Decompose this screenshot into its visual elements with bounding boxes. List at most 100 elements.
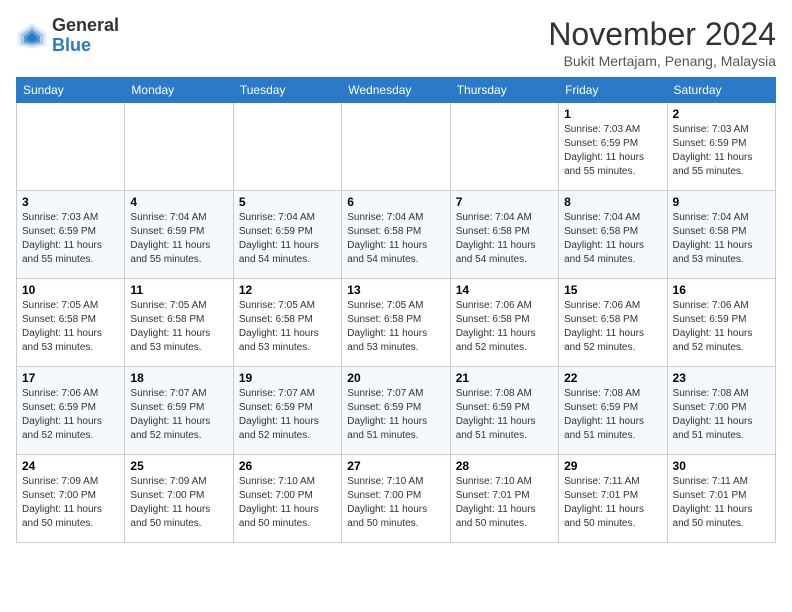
day-info: Sunrise: 7:06 AM Sunset: 6:58 PM Dayligh…: [456, 299, 553, 355]
day-info: Sunrise: 7:07 AM Sunset: 6:59 PM Dayligh…: [347, 387, 444, 443]
logo-icon: [16, 20, 48, 52]
day-info: Sunrise: 7:03 AM Sunset: 6:59 PM Dayligh…: [673, 123, 770, 179]
day-info: Sunrise: 7:08 AM Sunset: 6:59 PM Dayligh…: [564, 387, 661, 443]
day-number: 14: [456, 283, 553, 297]
day-number: 7: [456, 195, 553, 209]
calendar-day-cell: 14 Sunrise: 7:06 AM Sunset: 6:58 PM Dayli…: [450, 279, 558, 367]
day-info: Sunrise: 7:04 AM Sunset: 6:58 PM Dayligh…: [347, 211, 444, 267]
calendar-day-cell: 5 Sunrise: 7:04 AM Sunset: 6:59 PM Daylig…: [233, 191, 341, 279]
calendar-day-cell: [125, 103, 233, 191]
day-number: 2: [673, 107, 770, 121]
calendar-day-cell: 22 Sunrise: 7:08 AM Sunset: 6:59 PM Dayli…: [559, 367, 667, 455]
calendar-day-cell: 16Sunrise: 7:06 AM Sunset: 6:59 PM Dayli…: [667, 279, 775, 367]
calendar-day-cell: 17Sunrise: 7:06 AM Sunset: 6:59 PM Dayli…: [17, 367, 125, 455]
day-info: Sunrise: 7:09 AM Sunset: 7:00 PM Dayligh…: [130, 475, 227, 531]
day-info: Sunrise: 7:05 AM Sunset: 6:58 PM Dayligh…: [347, 299, 444, 355]
day-number: 19: [239, 371, 336, 385]
calendar-day-cell: 11Sunrise: 7:05 AM Sunset: 6:58 PM Dayli…: [125, 279, 233, 367]
calendar-day-cell: 8 Sunrise: 7:04 AM Sunset: 6:58 PM Daylig…: [559, 191, 667, 279]
calendar-day-cell: 21Sunrise: 7:08 AM Sunset: 6:59 PM Dayli…: [450, 367, 558, 455]
calendar-day-cell: 29Sunrise: 7:11 AM Sunset: 7:01 PM Dayli…: [559, 455, 667, 543]
day-number: 30: [673, 459, 770, 473]
calendar-day-cell: [17, 103, 125, 191]
calendar-day-cell: 12 Sunrise: 7:05 AM Sunset: 6:58 PM Dayli…: [233, 279, 341, 367]
calendar-day-cell: 1 Sunrise: 7:03 AM Sunset: 6:59 PM Daylig…: [559, 103, 667, 191]
weekday-header: Sunday: [17, 78, 125, 103]
day-number: 12: [239, 283, 336, 297]
day-info: Sunrise: 7:04 AM Sunset: 6:58 PM Dayligh…: [564, 211, 661, 267]
day-number: 15: [564, 283, 661, 297]
calendar-day-cell: 28 Sunrise: 7:10 AM Sunset: 7:01 PM Dayli…: [450, 455, 558, 543]
day-info: Sunrise: 7:11 AM Sunset: 7:01 PM Dayligh…: [673, 475, 770, 531]
calendar-day-cell: 6Sunrise: 7:04 AM Sunset: 6:58 PM Daylig…: [342, 191, 450, 279]
day-number: 24: [22, 459, 119, 473]
day-info: Sunrise: 7:03 AM Sunset: 6:59 PM Dayligh…: [564, 123, 661, 179]
calendar-day-cell: 26Sunrise: 7:10 AM Sunset: 7:00 PM Dayli…: [233, 455, 341, 543]
calendar-day-cell: 3 Sunrise: 7:03 AM Sunset: 6:59 PM Daylig…: [17, 191, 125, 279]
weekday-header: Friday: [559, 78, 667, 103]
calendar-day-cell: 27 Sunrise: 7:10 AM Sunset: 7:00 PM Dayli…: [342, 455, 450, 543]
logo: General Blue: [16, 16, 119, 56]
weekday-header: Tuesday: [233, 78, 341, 103]
day-info: Sunrise: 7:07 AM Sunset: 6:59 PM Dayligh…: [239, 387, 336, 443]
day-info: Sunrise: 7:06 AM Sunset: 6:58 PM Dayligh…: [564, 299, 661, 355]
calendar-day-cell: 13 Sunrise: 7:05 AM Sunset: 6:58 PM Dayli…: [342, 279, 450, 367]
day-info: Sunrise: 7:04 AM Sunset: 6:58 PM Dayligh…: [456, 211, 553, 267]
day-number: 18: [130, 371, 227, 385]
day-number: 9: [673, 195, 770, 209]
day-info: Sunrise: 7:08 AM Sunset: 6:59 PM Dayligh…: [456, 387, 553, 443]
day-info: Sunrise: 7:04 AM Sunset: 6:59 PM Dayligh…: [130, 211, 227, 267]
day-info: Sunrise: 7:10 AM Sunset: 7:00 PM Dayligh…: [347, 475, 444, 531]
location-subtitle: Bukit Mertajam, Penang, Malaysia: [548, 53, 776, 69]
calendar-day-cell: [450, 103, 558, 191]
day-info: Sunrise: 7:05 AM Sunset: 6:58 PM Dayligh…: [22, 299, 119, 355]
day-info: Sunrise: 7:04 AM Sunset: 6:59 PM Dayligh…: [239, 211, 336, 267]
calendar-week-row: 10 Sunrise: 7:05 AM Sunset: 6:58 PM Dayli…: [17, 279, 776, 367]
month-title: November 2024: [548, 16, 776, 53]
day-info: Sunrise: 7:10 AM Sunset: 7:00 PM Dayligh…: [239, 475, 336, 531]
calendar-day-cell: 2 Sunrise: 7:03 AM Sunset: 6:59 PM Daylig…: [667, 103, 775, 191]
day-number: 22: [564, 371, 661, 385]
calendar-day-cell: 7 Sunrise: 7:04 AM Sunset: 6:58 PM Daylig…: [450, 191, 558, 279]
calendar-day-cell: 9Sunrise: 7:04 AM Sunset: 6:58 PM Daylig…: [667, 191, 775, 279]
calendar-day-cell: [342, 103, 450, 191]
calendar-day-cell: 20 Sunrise: 7:07 AM Sunset: 6:59 PM Dayli…: [342, 367, 450, 455]
day-number: 1: [564, 107, 661, 121]
calendar-week-row: 3 Sunrise: 7:03 AM Sunset: 6:59 PM Daylig…: [17, 191, 776, 279]
page-header: General Blue November 2024 Bukit Mertaja…: [16, 16, 776, 69]
day-info: Sunrise: 7:11 AM Sunset: 7:01 PM Dayligh…: [564, 475, 661, 531]
calendar-day-cell: 23Sunrise: 7:08 AM Sunset: 7:00 PM Dayli…: [667, 367, 775, 455]
day-info: Sunrise: 7:05 AM Sunset: 6:58 PM Dayligh…: [239, 299, 336, 355]
weekday-header: Wednesday: [342, 78, 450, 103]
day-number: 16: [673, 283, 770, 297]
title-block: November 2024 Bukit Mertajam, Penang, Ma…: [548, 16, 776, 69]
day-info: Sunrise: 7:10 AM Sunset: 7:01 PM Dayligh…: [456, 475, 553, 531]
calendar-day-cell: 10 Sunrise: 7:05 AM Sunset: 6:58 PM Dayli…: [17, 279, 125, 367]
day-number: 3: [22, 195, 119, 209]
calendar-day-cell: 15 Sunrise: 7:06 AM Sunset: 6:58 PM Dayli…: [559, 279, 667, 367]
day-info: Sunrise: 7:08 AM Sunset: 7:00 PM Dayligh…: [673, 387, 770, 443]
day-number: 5: [239, 195, 336, 209]
day-number: 11: [130, 283, 227, 297]
calendar-week-row: 1 Sunrise: 7:03 AM Sunset: 6:59 PM Daylig…: [17, 103, 776, 191]
day-number: 27: [347, 459, 444, 473]
weekday-header: Thursday: [450, 78, 558, 103]
calendar-day-cell: 4Sunrise: 7:04 AM Sunset: 6:59 PM Daylig…: [125, 191, 233, 279]
calendar-day-cell: [233, 103, 341, 191]
day-number: 25: [130, 459, 227, 473]
day-info: Sunrise: 7:09 AM Sunset: 7:00 PM Dayligh…: [22, 475, 119, 531]
day-number: 13: [347, 283, 444, 297]
logo-general: General: [52, 15, 119, 35]
calendar-table: SundayMondayTuesdayWednesdayThursdayFrid…: [16, 77, 776, 543]
calendar-header-row: SundayMondayTuesdayWednesdayThursdayFrid…: [17, 78, 776, 103]
calendar-day-cell: 18Sunrise: 7:07 AM Sunset: 6:59 PM Dayli…: [125, 367, 233, 455]
day-number: 10: [22, 283, 119, 297]
day-number: 28: [456, 459, 553, 473]
day-info: Sunrise: 7:03 AM Sunset: 6:59 PM Dayligh…: [22, 211, 119, 267]
day-info: Sunrise: 7:06 AM Sunset: 6:59 PM Dayligh…: [22, 387, 119, 443]
weekday-header: Saturday: [667, 78, 775, 103]
day-number: 8: [564, 195, 661, 209]
logo-text: General Blue: [52, 16, 119, 56]
calendar-week-row: 24 Sunrise: 7:09 AM Sunset: 7:00 PM Dayli…: [17, 455, 776, 543]
day-number: 20: [347, 371, 444, 385]
